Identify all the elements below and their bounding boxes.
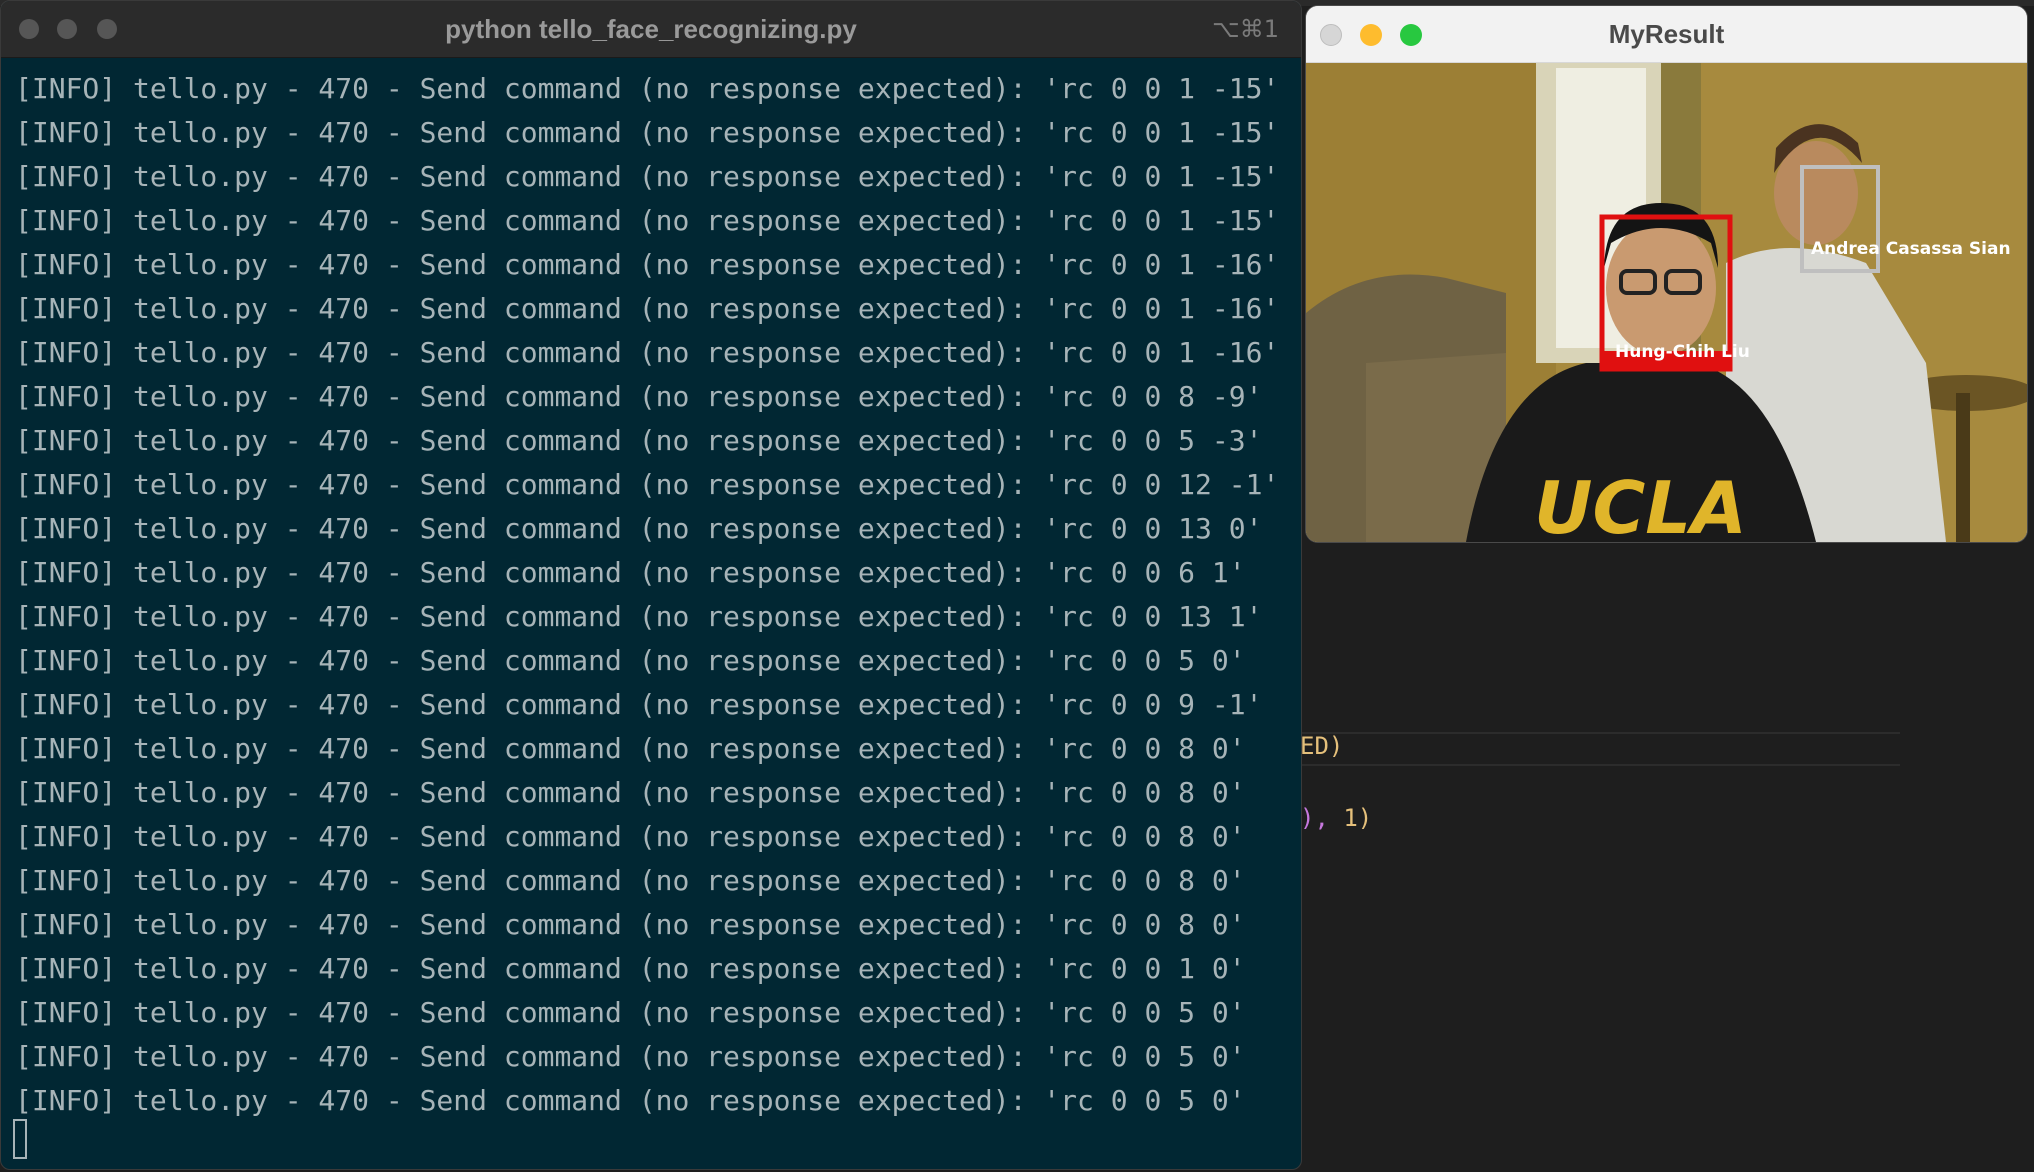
log-line: [INFO] tello.py - 470 - Send command (no… — [15, 204, 1280, 237]
editor-code-fragment: ED) — [1300, 732, 1344, 760]
log-line: [INFO] tello.py - 470 - Send command (no… — [15, 116, 1280, 149]
shirt-logo-text: UCLA — [1534, 466, 1747, 542]
log-line: [INFO] tello.py - 470 - Send command (no… — [15, 336, 1280, 369]
log-line: [INFO] tello.py - 470 - Send command (no… — [15, 380, 1263, 413]
terminal-output[interactable]: [INFO] tello.py - 470 - Send command (no… — [15, 67, 1301, 1123]
log-line: [INFO] tello.py - 470 - Send command (no… — [15, 776, 1246, 809]
editor-divider — [1300, 732, 1900, 734]
face-label-primary: Hung-Chih Liu — [1615, 342, 1750, 362]
log-line: [INFO] tello.py - 470 - Send command (no… — [15, 160, 1280, 193]
camera-image: UCLA — [1306, 63, 2027, 542]
window-shortcut: ⌥⌘1 — [1212, 15, 1279, 43]
terminal-title: python tello_face_recognizing.py — [445, 14, 857, 44]
log-line: [INFO] tello.py - 470 - Send command (no… — [15, 732, 1246, 765]
log-line: [INFO] tello.py - 470 - Send command (no… — [15, 1084, 1246, 1117]
result-titlebar[interactable]: MyResult — [1306, 6, 2027, 63]
editor-paren: ), — [1300, 804, 1329, 832]
log-line: [INFO] tello.py - 470 - Send command (no… — [15, 644, 1246, 677]
log-line: [INFO] tello.py - 470 - Send command (no… — [15, 72, 1280, 105]
terminal-window[interactable]: python tello_face_recognizing.py ⌥⌘1 [IN… — [0, 0, 1302, 1170]
log-line: [INFO] tello.py - 470 - Send command (no… — [15, 820, 1246, 853]
editor-arg: 1) — [1328, 804, 1373, 832]
log-line: [INFO] tello.py - 470 - Send command (no… — [15, 1040, 1246, 1073]
log-line: [INFO] tello.py - 470 - Send command (no… — [15, 864, 1246, 897]
terminal-titlebar[interactable]: python tello_face_recognizing.py ⌥⌘1 — [1, 1, 1301, 58]
log-line: [INFO] tello.py - 470 - Send command (no… — [15, 996, 1246, 1029]
log-line: [INFO] tello.py - 470 - Send command (no… — [15, 468, 1280, 501]
log-line: [INFO] tello.py - 470 - Send command (no… — [15, 600, 1263, 633]
log-line: [INFO] tello.py - 470 - Send command (no… — [15, 292, 1280, 325]
log-line: [INFO] tello.py - 470 - Send command (no… — [15, 952, 1246, 985]
log-line: [INFO] tello.py - 470 - Send command (no… — [15, 688, 1263, 721]
editor-code-fragment: ), 1) — [1300, 804, 1372, 832]
terminal-cursor — [13, 1119, 27, 1159]
camera-frame: UCLA Hung-Chih Liu Andrea Casassa Sian — [1306, 63, 2027, 542]
result-window[interactable]: MyResult UCLA Hung-Chih Liu Andrea Casas… — [1306, 6, 2027, 542]
log-line: [INFO] tello.py - 470 - Send command (no… — [15, 248, 1280, 281]
editor-divider — [1300, 764, 1900, 766]
log-line: [INFO] tello.py - 470 - Send command (no… — [15, 512, 1263, 545]
log-line: [INFO] tello.py - 470 - Send command (no… — [15, 556, 1246, 589]
face-label-secondary: Andrea Casassa Sian — [1811, 239, 2011, 259]
log-line: [INFO] tello.py - 470 - Send command (no… — [15, 424, 1263, 457]
log-line: [INFO] tello.py - 470 - Send command (no… — [15, 908, 1246, 941]
result-title: MyResult — [1608, 19, 1725, 49]
